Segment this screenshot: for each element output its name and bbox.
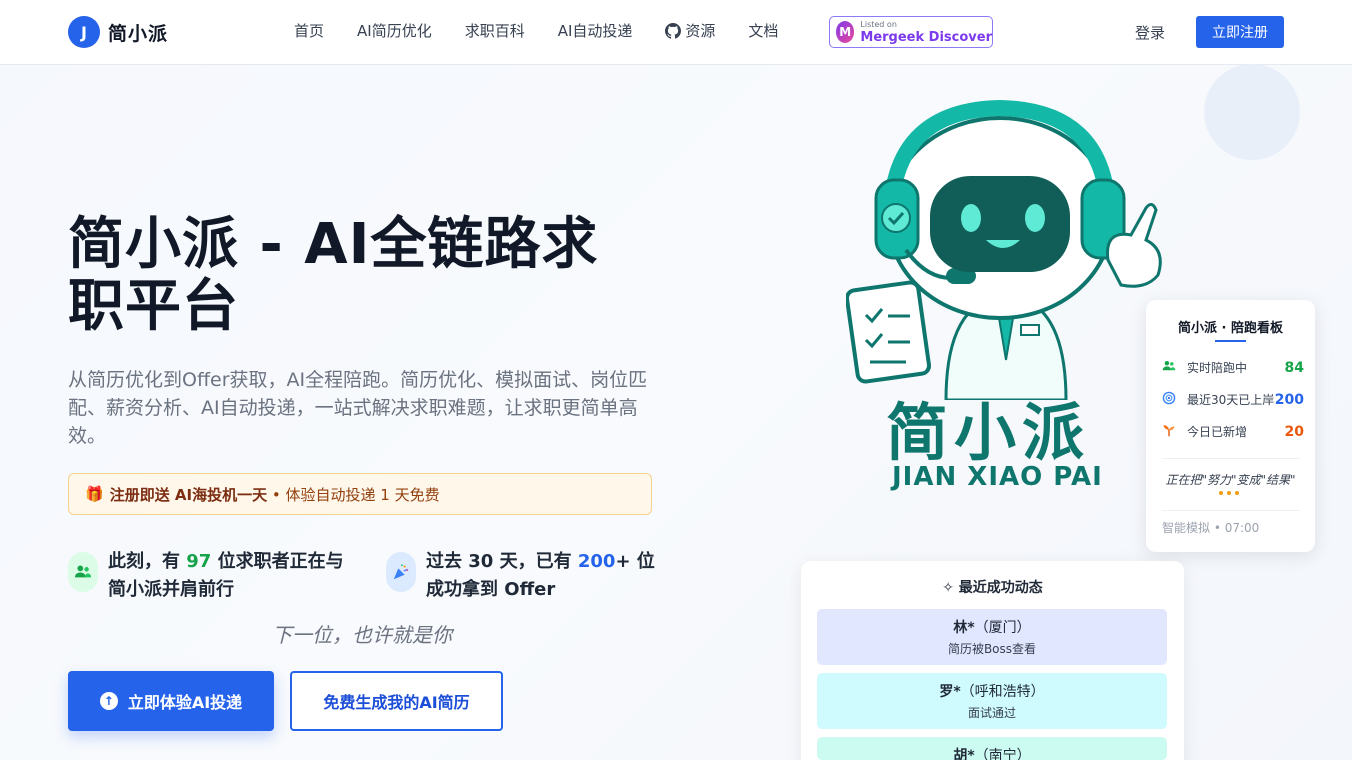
recent-success-title: ✧ 最近成功动态	[801, 577, 1184, 597]
recent-item-city: （南宁）	[974, 748, 1031, 760]
hero-title: 简小派 - AI全链路求职平台	[68, 212, 599, 339]
logo-text: 简小派	[108, 22, 169, 45]
recent-success-card: ✧ 最近成功动态 林*（厦门） 简历被Boss查看 罗*（呼和浩特） 面试通过 …	[801, 561, 1184, 760]
brand-name-en: JIAN XIAO PAI	[892, 462, 1103, 492]
dashboard-title: 简小派 · 陪跑看板	[1178, 321, 1283, 336]
mergeek-badge[interactable]: M Listed on Mergeek Discover	[829, 16, 993, 48]
users-icon	[68, 552, 98, 592]
stat2-pre: 过去 30 天，已有	[426, 551, 578, 572]
recent-item-desc: 面试通过	[967, 706, 1016, 720]
tagline: 下一位，也许就是你	[272, 623, 452, 647]
recent-item-name: 胡*	[953, 748, 975, 760]
try-ai-apply-label: 立即体验AI投递	[127, 693, 243, 712]
generate-resume-button[interactable]: 免费生成我的AI简历	[290, 671, 503, 731]
site-header: J 简小派 首页 AI简历优化 求职百科 AI自动投递 资源 文档 M List…	[0, 0, 1352, 65]
companion-dashboard-card: 简小派 · 陪跑看板 实时陪跑中 84 最近30天已上岸 200 今日已新增 2…	[1146, 300, 1315, 552]
divider	[1162, 510, 1300, 511]
stat-active: 此刻，有 97 位求职者正在与简小派并肩前行	[68, 548, 348, 604]
robot-mascot-illustration	[846, 100, 1162, 400]
recent-item: 林*（厦门） 简历被Boss查看	[817, 609, 1167, 665]
dashboard-row-label: 今日已新增	[1187, 425, 1248, 439]
dashboard-row-new: 今日已新增 20	[1162, 423, 1304, 440]
recent-item-name: 罗*	[939, 684, 961, 700]
recent-item-city: （厦门）	[974, 620, 1031, 636]
sparkle-icon: ✧	[942, 580, 954, 596]
users-icon	[1162, 359, 1180, 376]
party-icon	[386, 552, 416, 592]
dashboard-row-value: 20	[1284, 423, 1304, 440]
dashboard-row-label: 最近30天已上岸	[1187, 393, 1275, 407]
nav-wiki[interactable]: 求职百科	[465, 20, 525, 41]
nav-docs[interactable]: 文档	[748, 20, 778, 41]
register-button[interactable]: 立即注册	[1196, 16, 1284, 48]
nav-ai-resume[interactable]: AI简历优化	[357, 20, 432, 41]
nav-resources[interactable]: 资源	[665, 20, 715, 41]
mergeek-small-text: Listed on	[860, 19, 897, 29]
hero-subtitle: 从简历优化到Offer获取，AI全程陪跑。简历优化、模拟面试、岗位匹配、薪资分析…	[68, 369, 648, 447]
stat-success: 过去 30 天，已有 200+ 位成功拿到 Offer	[386, 548, 656, 604]
gift-icon: 🎁	[85, 485, 104, 503]
arrow-up-icon: ↑	[99, 692, 118, 710]
logo[interactable]: J 简小派	[68, 16, 168, 48]
dashboard-title-underline	[1215, 340, 1246, 342]
nav-auto-apply[interactable]: AI自动投递	[558, 20, 633, 41]
recent-item-name: 林*	[953, 620, 975, 636]
mergeek-big-text: Mergeek Discover	[860, 29, 992, 45]
login-link[interactable]: 登录	[1135, 22, 1165, 43]
recent-item-city: （呼和浩特）	[960, 684, 1045, 700]
dashboard-row-value: 84	[1284, 359, 1304, 376]
github-icon	[665, 22, 682, 39]
recent-item: 胡*（南宁）	[817, 737, 1167, 760]
sprout-icon	[1162, 423, 1180, 440]
promo-banner: 🎁 注册即送 AI海投机一天 • 体验自动投递 1 天免费	[68, 473, 652, 515]
dashboard-row-landed: 最近30天已上岸 200	[1162, 391, 1304, 408]
dashboard-row-value: 200	[1274, 391, 1304, 408]
dashboard-row-active: 实时陪跑中 84	[1162, 359, 1304, 376]
stat2-num: 200	[577, 551, 616, 572]
loading-dots	[1219, 491, 1239, 495]
stat1-pre: 此刻，有	[108, 551, 187, 572]
decorative-circle	[1204, 64, 1300, 160]
brand-name-cn: 简小派	[886, 396, 1091, 469]
target-icon	[1162, 391, 1180, 408]
nav-home[interactable]: 首页	[294, 20, 324, 41]
recent-success-title-text: 最近成功动态	[958, 580, 1043, 596]
mergeek-logo-icon: M	[836, 21, 855, 43]
nav-resources-label: 资源	[685, 22, 716, 40]
recent-item: 罗*（呼和浩特） 面试通过	[817, 673, 1167, 729]
divider	[1162, 458, 1300, 459]
dashboard-quote: 正在把"努力"变成"结果"	[1165, 473, 1296, 487]
recent-item-desc: 简历被Boss查看	[947, 642, 1037, 656]
stat1-num: 97	[186, 551, 212, 572]
promo-strong: 注册即送 AI海投机一天	[109, 485, 268, 504]
try-ai-apply-button[interactable]: ↑ 立即体验AI投递	[68, 671, 274, 731]
logo-mark: J	[68, 16, 100, 48]
dashboard-row-label: 实时陪跑中	[1187, 361, 1248, 375]
dashboard-footer: 智能模拟 • 07:00	[1162, 521, 1260, 535]
promo-rest: • 体验自动投递 1 天免费	[267, 485, 440, 504]
main-nav: 首页 AI简历优化 求职百科 AI自动投递 资源 文档	[294, 20, 811, 41]
